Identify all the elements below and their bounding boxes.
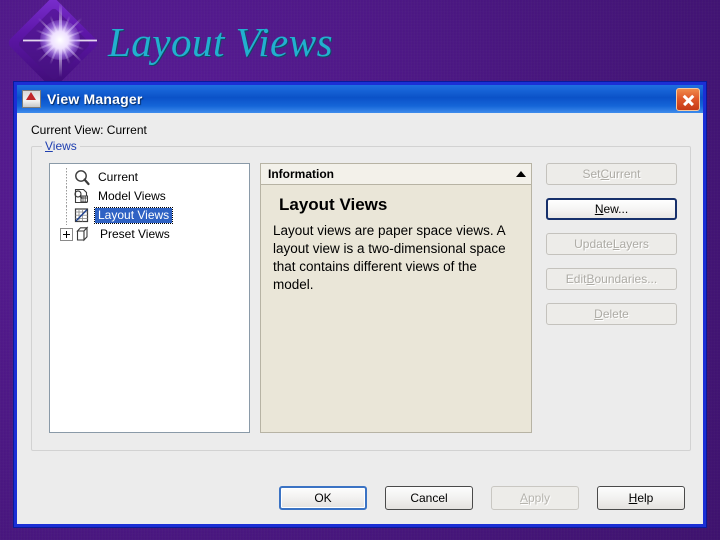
autocad-window-icon (22, 90, 41, 108)
tree-item-label: Current (98, 170, 139, 184)
views-legend-accel: V (45, 139, 53, 153)
tree-item-label: Layout Views (93, 207, 174, 224)
views-groupbox: Views Current Model Views Layout Views P… (31, 139, 691, 451)
views-legend-rest: iews (52, 139, 77, 153)
tree-expander-icon[interactable] (60, 228, 73, 241)
current-view-label: Current View: Current (31, 123, 147, 137)
dialog-button-bar: OK Cancel Apply Help (279, 486, 685, 510)
diamond-starburst-logo (4, 0, 114, 95)
tree-item-preset-views[interactable]: Preset Views (50, 225, 249, 244)
set-current-button[interactable]: Set Current (546, 163, 677, 185)
views-groupbox-label: Views (42, 139, 80, 153)
tree-guide-line (66, 206, 67, 225)
button-label-suffix: pply (528, 491, 551, 505)
side-button-group: Set Current New... Update Layers Edit Bo… (546, 163, 677, 325)
page-title: Layout Views (108, 19, 334, 65)
tree-guide-line (66, 168, 67, 187)
tree-guide-line (66, 187, 67, 206)
close-icon[interactable] (676, 88, 700, 111)
button-label-accel: L (612, 237, 620, 251)
logo-starburst (22, 2, 98, 78)
slide-canvas: Layout Views View Manager Current View: … (0, 0, 720, 540)
view-manager-dialog: View Manager Current View: Current Views (14, 82, 706, 527)
cancel-button[interactable]: Cancel (385, 486, 473, 510)
tree-item-current[interactable]: Current (50, 168, 249, 187)
button-label-prefix: Edit (565, 272, 587, 286)
information-title: Layout Views (279, 195, 388, 214)
tree-item-label: Model Views (98, 189, 166, 203)
button-label-accel: B (586, 272, 595, 286)
new-button[interactable]: New... (546, 198, 677, 220)
button-label-prefix: OK (314, 491, 332, 505)
button-label-prefix: Cancel (410, 491, 448, 505)
button-label-accel: D (594, 307, 603, 321)
magnifier-icon (73, 169, 91, 186)
button-label-prefix: Set (582, 167, 601, 181)
dialog-titlebar[interactable]: View Manager (17, 85, 703, 113)
update-layers-button[interactable]: Update Layers (546, 233, 677, 255)
help-button[interactable]: Help (597, 486, 685, 510)
button-label-suffix: oundaries... (594, 272, 658, 286)
information-header[interactable]: Information (261, 164, 531, 185)
button-label-accel: N (594, 202, 604, 216)
button-label-suffix: elete (602, 307, 629, 321)
star-glow (40, 20, 80, 60)
information-header-label: Information (268, 167, 334, 181)
button-label-accel: H (628, 491, 638, 505)
delete-button[interactable]: Delete (546, 303, 677, 325)
edit-boundaries-button[interactable]: Edit Boundaries... (546, 268, 677, 290)
button-label-accel: A (519, 491, 528, 505)
dialog-body: Current View: Current Views Current Mode… (17, 113, 703, 524)
button-label-suffix: elp (637, 491, 654, 505)
tree-item-model-views[interactable]: Model Views (50, 187, 249, 206)
chevron-up-icon[interactable] (516, 171, 526, 177)
button-label-prefix: Update (574, 237, 613, 251)
button-label-accel: C (600, 167, 610, 181)
information-body: Layout Views Layout views are paper spac… (261, 185, 531, 304)
button-label-suffix: urrent (609, 167, 641, 181)
button-label-suffix: ew... (603, 202, 629, 216)
information-text: Layout views are paper space views. A la… (273, 223, 506, 292)
layout-views-icon (73, 207, 91, 224)
tree-item-layout-views[interactable]: Layout Views (50, 206, 249, 225)
model-views-icon (73, 188, 91, 205)
dialog-title: View Manager (47, 91, 143, 107)
button-label-suffix: ayers (619, 237, 649, 251)
tree-item-label: Preset Views (100, 227, 170, 241)
information-panel: Information Layout Views Layout views ar… (260, 163, 532, 433)
ok-button[interactable]: OK (279, 486, 367, 510)
apply-button[interactable]: Apply (491, 486, 579, 510)
cube-icon (75, 226, 93, 243)
views-tree[interactable]: Current Model Views Layout Views Preset … (49, 163, 250, 433)
